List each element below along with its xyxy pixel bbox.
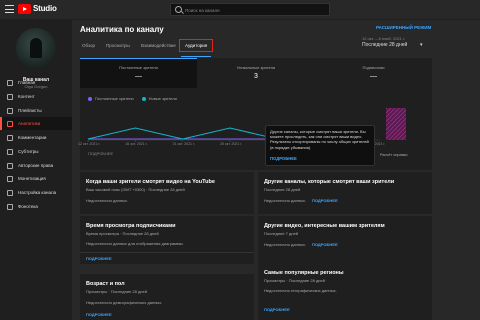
card-subtitle: Время просмотра · Последние 28 дней [86, 231, 159, 236]
sidebar-item-label: Авторские права [18, 163, 54, 168]
sidebar-item-copyright[interactable]: Авторские права [0, 159, 72, 172]
card-subtitle: Последние 28 дней [264, 187, 301, 192]
youtube-logo-icon[interactable] [18, 4, 31, 14]
audience-chart-card: Постоянные зрители — Уникальные зрители … [78, 58, 432, 170]
comments-icon [7, 134, 13, 141]
tab-reach[interactable]: Просмотры [106, 43, 130, 48]
sidebar-item-comments[interactable]: Комментарии [0, 131, 72, 144]
card-subtitle: Ваш часовой пояс (GMT +0300) · Последние… [86, 187, 185, 192]
card-note: Недостаточно данных. [264, 198, 307, 203]
dashboard-icon [7, 79, 13, 86]
card-more-link[interactable]: ПОДРОБНЕЕ [86, 256, 112, 261]
sidebar-item-label: Главная [18, 80, 36, 85]
page-title: Аналитика по каналу [80, 25, 164, 34]
card-subscriber-watch-time: Время просмотра подписчиками Время просм… [80, 216, 254, 264]
audio-library-icon [7, 203, 13, 210]
card-subtitle: Просмотры · Последние 28 дней [264, 278, 325, 283]
card-subtitle: Просмотры · Последние 28 дней [86, 289, 147, 294]
card-title: Когда ваши зрители смотрят видео на YouT… [86, 179, 215, 185]
card-title: Время просмотра подписчиками [86, 223, 176, 229]
card-subtitle: Последние 7 дней [264, 231, 299, 236]
monetization-icon [7, 175, 13, 182]
search-box[interactable] [170, 3, 330, 16]
sidebar-item-monetization[interactable]: Монетизация [0, 172, 72, 185]
tab-engagement[interactable]: Взаимодействие [141, 43, 176, 48]
card-more-link[interactable]: ПОДРОБНЕЕ [312, 198, 338, 203]
card-divider [80, 252, 254, 253]
card-when-viewers-watch: Когда ваши зрители смотрят видео на YouT… [80, 172, 254, 214]
studio-label[interactable]: Studio [33, 4, 57, 13]
search-icon [175, 6, 182, 13]
content-icon [7, 93, 13, 100]
forecast-label: Расчёт оправки [380, 153, 408, 157]
advanced-mode-link[interactable]: РАСШИРЕННЫЙ РЕЖИМ [376, 25, 431, 30]
x-tick-label: 21 окт. 2021 г. [172, 142, 195, 146]
tab-overview[interactable]: Обзор [82, 43, 95, 48]
hamburger-menu-icon[interactable] [5, 5, 14, 13]
top-bar: Studio [0, 0, 480, 20]
sidebar-item-subtitles[interactable]: Субтитры [0, 145, 72, 158]
subtitles-icon [7, 148, 13, 155]
card-note: Недостаточно данных для отображения диаг… [86, 241, 184, 246]
sidebar-item-customization[interactable]: Настройка канала [0, 186, 72, 199]
copyright-icon [7, 162, 13, 169]
chart-more-link[interactable]: ПОДРОБНЕЕ [88, 151, 113, 156]
card-title: Возраст и пол [86, 281, 125, 287]
x-tick-label: 12 окт. 2021 г. [78, 142, 101, 146]
tooltip-text: Другие каналы, которые смотрят ваши зрит… [270, 129, 369, 150]
chevron-down-icon[interactable]: ▾ [420, 42, 423, 48]
date-range-dates: 12 окт. – 8 нояб. 2021 г. [362, 36, 406, 41]
analytics-icon [7, 120, 13, 127]
tooltip-more-link[interactable]: ПОДРОБНЕЕ [270, 156, 297, 161]
card-top-regions: Самые популярные регионы Просмотры · Пос… [258, 264, 432, 320]
sidebar-item-audio-library[interactable]: Фонотека [0, 200, 72, 213]
card-note: Недостаточно географических данных. [264, 288, 337, 293]
card-note: Недостаточно данных. [86, 198, 129, 203]
sidebar-item-label: Монетизация [18, 176, 46, 181]
card-title: Другие видео, интересные вашим зрителям [264, 223, 385, 229]
sidebar-item-label: Комментарии [18, 135, 47, 140]
playlists-icon [7, 107, 13, 114]
sidebar-item-dashboard[interactable]: Главная [0, 76, 72, 89]
search-input[interactable] [185, 5, 325, 15]
x-tick-label: 16 окт. 2021 г. [125, 142, 148, 146]
card-age-gender: Возраст и пол Просмотры · Последние 28 д… [80, 274, 254, 320]
date-range-select[interactable]: Последние 28 дней [362, 42, 407, 48]
card-more-link[interactable]: ПОДРОБНЕЕ [264, 307, 290, 312]
sidebar-item-label: Аналитика [18, 121, 41, 126]
card-more-link[interactable]: ПОДРОБНЕЕ [86, 312, 112, 317]
x-tick-label: 25 окт. 2021 г. [220, 142, 243, 146]
customization-icon [7, 189, 13, 196]
card-other-videos: Другие видео, интересные вашим зрителям … [258, 216, 432, 264]
sidebar-item-analytics[interactable]: Аналитика [0, 117, 72, 130]
active-tab-underline [181, 56, 211, 57]
sidebar-item-playlists[interactable]: Плейлисты [0, 104, 72, 117]
sidebar-item-label: Плейлисты [18, 108, 42, 113]
card-note: Недостаточно демографических данных. [86, 300, 163, 305]
channel-avatar[interactable] [16, 28, 56, 68]
sidebar-item-label: Контент [18, 94, 35, 99]
card-other-channels: Другие каналы, которые смотрят ваши зрит… [258, 172, 432, 214]
card-more-link[interactable]: ПОДРОБНЕЕ [312, 242, 338, 247]
tab-highlight-frame [179, 39, 213, 52]
sidebar: Ваш канал Olga Gorgun Главная Контент Пл… [0, 20, 72, 320]
sidebar-item-label: Субтитры [18, 149, 39, 154]
info-tooltip: Другие каналы, которые смотрят ваши зрит… [265, 125, 375, 166]
sidebar-item-label: Фонотека [18, 204, 38, 209]
card-title: Самые популярные регионы [264, 270, 344, 276]
forecast-bar [386, 108, 406, 140]
sidebar-item-content[interactable]: Контент [0, 90, 72, 103]
card-title: Другие каналы, которые смотрят ваши зрит… [264, 179, 395, 185]
card-note: Недостаточно данных. [264, 242, 307, 247]
sidebar-item-label: Настройка канала [18, 190, 57, 195]
